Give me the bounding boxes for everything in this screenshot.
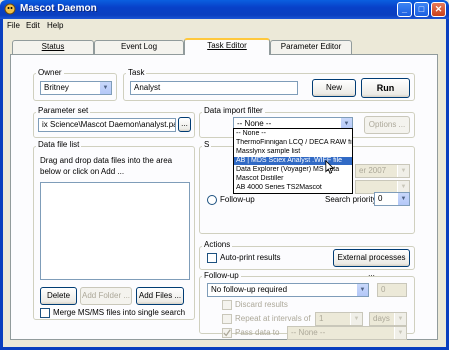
data-import-options-button[interactable]: Options ... <box>364 116 410 134</box>
repeat-unit-chevron-down-icon[interactable]: ▼ <box>394 313 406 325</box>
follow-up-chevron-down-icon[interactable]: ▼ <box>356 284 368 296</box>
follow-up-label: Follow-up <box>202 271 241 280</box>
schedule-date-chevron-down-icon[interactable]: ▼ <box>397 165 409 177</box>
follow-up-count-value: 0 <box>381 285 386 294</box>
discard-results-checkbox[interactable] <box>222 300 232 310</box>
new-task-label: New <box>325 83 342 92</box>
new-task-button[interactable]: New <box>312 79 356 97</box>
auto-print-label: Auto-print results <box>220 253 281 262</box>
search-priority-chevron-down-icon[interactable]: ▼ <box>397 193 409 205</box>
pass-data-value: -- None -- <box>291 328 326 337</box>
tab-event-log[interactable]: Event Log <box>94 40 184 54</box>
actions-label: Actions <box>202 240 233 249</box>
data-file-list-label: Data file list <box>36 140 82 149</box>
menu-bar: File Edit Help <box>3 19 446 33</box>
repeat-interval-checkbox[interactable] <box>222 314 232 324</box>
menu-file[interactable]: File <box>7 21 20 30</box>
pass-data-select[interactable]: -- None -- <box>287 326 407 340</box>
dropdown-item-thermo[interactable]: ThermoFinnigan LCQ / DECA RAW file <box>234 139 352 147</box>
tab-status-label: Status <box>41 42 65 51</box>
follow-up-radio[interactable] <box>207 195 217 205</box>
pass-data-chevron-down-icon[interactable]: ▼ <box>394 327 406 339</box>
dropdown-item-masslynx[interactable]: Masslynx sample list <box>234 148 352 156</box>
maximize-button[interactable]: □ <box>414 2 429 17</box>
parameter-set-browse-button[interactable]: ... <box>178 117 191 132</box>
run-task-button[interactable]: Run <box>361 78 410 98</box>
owner-chevron-down-icon[interactable]: ▼ <box>99 82 111 94</box>
repeat-interval-value: 1 <box>319 314 324 323</box>
menu-help[interactable]: Help <box>47 21 63 30</box>
merge-msms-label: Merge MS/MS files into single search <box>53 308 186 317</box>
search-priority-value: 0 <box>378 194 383 203</box>
follow-up-select[interactable]: No follow-up required <box>207 283 369 297</box>
data-import-dropdown-list: -- None -- ThermoFinnigan LCQ / DECA RAW… <box>233 128 353 194</box>
checkmark-icon <box>223 329 231 337</box>
task-name-value: Analyst <box>134 83 161 92</box>
title-bar: Mascot Daemon _ □ ✕ <box>0 0 449 19</box>
mouse-cursor-icon <box>325 160 335 174</box>
external-processes-button[interactable]: External processes ... <box>333 249 410 278</box>
parameter-set-label: Parameter set <box>36 106 91 115</box>
window-title: Mascot Daemon <box>20 3 97 14</box>
parameter-set-path-value: ix Science\Mascot Daemon\analyst.par <box>42 120 176 129</box>
follow-up-value: No follow-up required <box>211 285 288 294</box>
add-files-button[interactable]: Add Files ... <box>136 287 184 305</box>
follow-up-count-input[interactable]: 0 <box>377 283 407 297</box>
data-import-value: -- None -- <box>237 119 272 128</box>
tab-event-log-label: Event Log <box>120 42 158 51</box>
tab-parameter-editor[interactable]: Parameter Editor <box>270 40 352 54</box>
schedule-label: S <box>202 140 212 149</box>
owner-value: Britney <box>44 83 69 92</box>
delete-file-button[interactable]: Delete <box>40 287 77 305</box>
data-file-list-hint: Drag and drop data files into the area b… <box>40 156 173 176</box>
delete-label: Delete <box>46 291 71 300</box>
add-files-label: Add Files ... <box>138 291 182 300</box>
data-file-list-box[interactable] <box>40 182 190 280</box>
follow-up-radio-label: Follow-up <box>220 195 255 204</box>
repeat-unit-value: days <box>373 314 390 323</box>
pass-data-label: Pass data to <box>235 328 280 337</box>
search-priority-label: Search priority <box>325 195 377 204</box>
close-button[interactable]: ✕ <box>431 2 446 17</box>
tab-task-editor[interactable]: Task Editor <box>184 38 270 55</box>
tab-status[interactable]: Status <box>12 40 94 54</box>
tab-task-editor-label: Task Editor <box>207 41 247 50</box>
auto-print-checkbox[interactable] <box>207 253 217 263</box>
browse-label: ... <box>181 119 188 128</box>
schedule-date-value: er 2007 <box>359 166 387 175</box>
app-icon <box>4 3 16 15</box>
owner-label: Owner <box>36 68 64 77</box>
parameter-set-path-input[interactable]: ix Science\Mascot Daemon\analyst.par <box>38 118 176 132</box>
add-folder-button[interactable]: Add Folder ... <box>80 287 132 305</box>
pass-data-checkbox[interactable] <box>222 328 232 338</box>
merge-msms-checkbox[interactable] <box>40 308 50 318</box>
options-label: Options ... <box>368 120 406 129</box>
task-label: Task <box>126 68 147 77</box>
dropdown-item-mascot-distiller[interactable]: Mascot Distiller <box>234 175 352 183</box>
minimize-button[interactable]: _ <box>397 2 412 17</box>
dropdown-item-ab-4000[interactable]: AB 4000 Series TS2Mascot <box>234 184 352 192</box>
dropdown-item-none[interactable]: -- None -- <box>234 130 352 138</box>
repeat-interval-label: Repeat at intervals of <box>235 314 311 323</box>
data-import-label: Data import filter <box>202 106 265 115</box>
discard-results-label: Discard results <box>235 300 288 309</box>
add-folder-label: Add Folder ... <box>81 291 131 300</box>
menu-edit[interactable]: Edit <box>26 21 40 30</box>
tab-parameter-editor-label: Parameter Editor <box>280 42 342 51</box>
repeat-interval-chevron-down-icon[interactable]: ▼ <box>350 313 362 325</box>
task-name-input[interactable]: Analyst <box>130 81 298 95</box>
run-task-label: Run <box>376 83 395 93</box>
